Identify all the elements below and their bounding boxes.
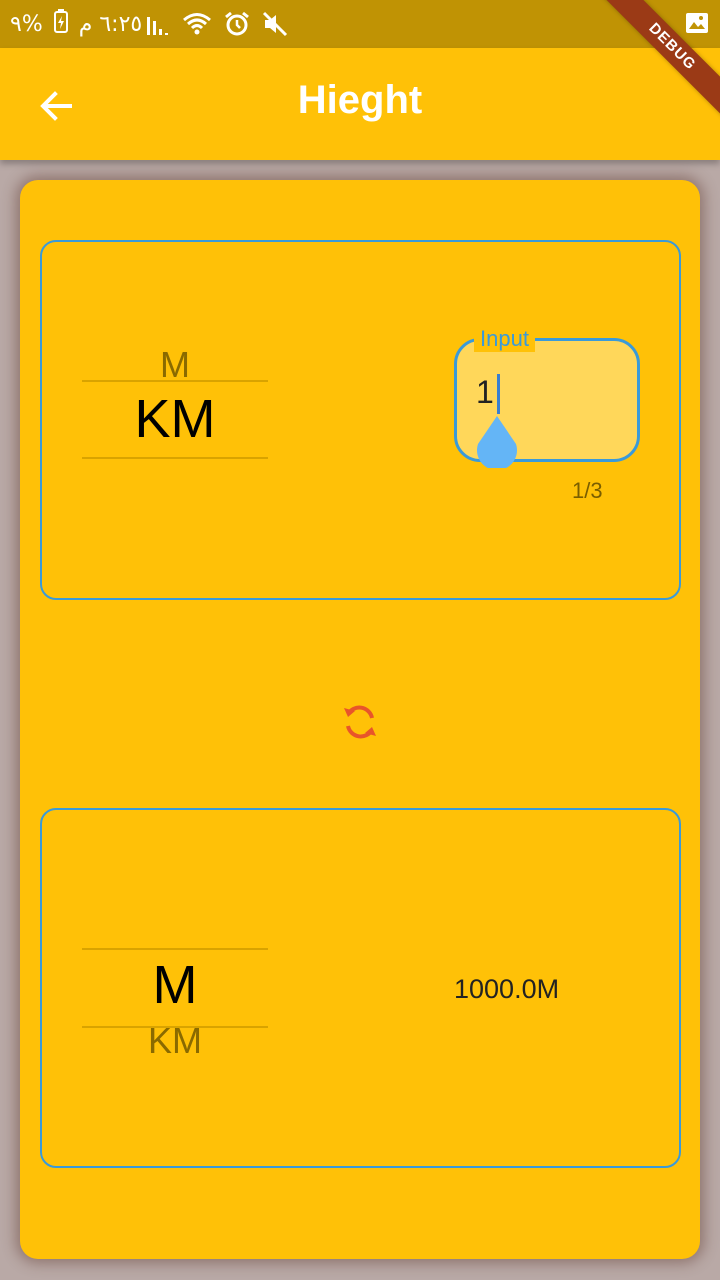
to-unit-option[interactable]: KM [82,1020,268,1062]
mute-icon [261,10,289,42]
result-value: 1000.0M [454,974,560,1004]
status-time: ٦:٢٥ م [78,11,143,37]
signal-icon [145,11,171,41]
swap-button[interactable] [338,700,382,744]
converter-card: M KM Input 1 1/3 M KM 1000.0M [20,180,700,1259]
input-label: Input [474,326,535,352]
page-title: Hieght [297,78,423,122]
status-left: ٦:٢٥ م %٩ [10,8,142,40]
text-caret [497,374,500,414]
alarm-icon [223,10,251,42]
from-unit-selected[interactable]: KM [82,388,268,450]
to-unit-selected[interactable]: M [82,954,268,1016]
app-bar: Hieght [0,48,720,160]
picker-divider [82,948,268,950]
from-unit-picker[interactable]: M KM [82,302,268,522]
to-unit-picker[interactable]: M KM [82,870,268,1090]
status-icons [145,10,289,42]
character-counter: 1/3 [572,478,603,503]
from-panel: M KM Input 1 1/3 [40,240,681,600]
to-panel: M KM 1000.0M [40,808,681,1168]
picker-divider [82,457,268,459]
wifi-icon [181,11,213,41]
status-bar: ٦:٢٥ م %٩ [0,0,720,48]
refresh-icon [344,705,376,739]
battery-icon [53,8,69,40]
battery-percent: %٩ [10,11,43,37]
image-icon [684,10,710,40]
text-selection-handle[interactable] [474,414,520,468]
input-value[interactable]: 1 [476,374,494,411]
picker-divider [82,380,268,382]
